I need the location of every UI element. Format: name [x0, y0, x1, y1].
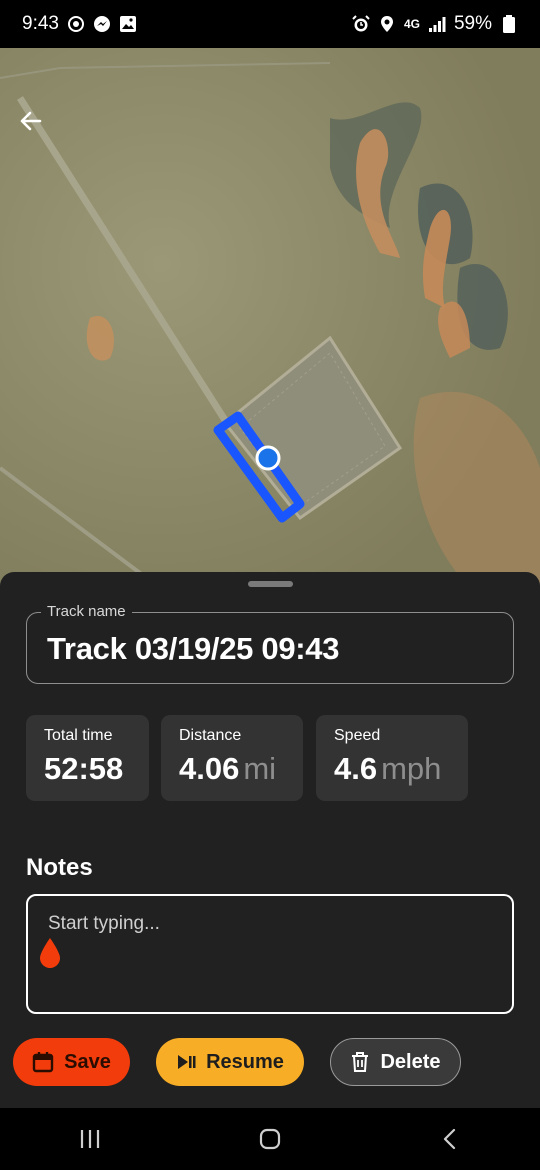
text-cursor-handle-icon[interactable] [36, 936, 64, 970]
recent-apps-icon [80, 1130, 100, 1148]
signal-icon [428, 17, 446, 32]
battery-icon [503, 15, 515, 33]
stat-value: 52:58 [44, 751, 124, 786]
status-bar: 9:43 4G 59% [0, 0, 540, 48]
map-imagery [0, 48, 540, 588]
stat-value: 4.06 mi [179, 751, 277, 786]
messenger-icon [93, 16, 110, 32]
status-time: 9:43 [22, 13, 59, 34]
recent-apps-button[interactable] [60, 1119, 120, 1159]
delete-button[interactable]: Delete [330, 1038, 461, 1086]
satellite-map[interactable] [0, 48, 540, 588]
nav-back-button[interactable] [420, 1119, 480, 1159]
status-bar-left: 9:43 [22, 13, 137, 35]
network-type: 4G [403, 17, 420, 31]
alarm-icon [352, 15, 370, 32]
system-nav-bar [0, 1108, 540, 1170]
play-pause-icon [178, 1055, 196, 1069]
save-label: Save [64, 1050, 111, 1073]
status-bar-right: 4G 59% [352, 13, 518, 35]
stat-total-time: Total time 52:58 [26, 715, 149, 801]
stat-value: 4.6 mph [334, 751, 442, 786]
track-name-field[interactable]: Track name Track 03/19/25 09:43 [26, 603, 514, 684]
stat-unit: mph [381, 751, 442, 786]
stat-unit: mi [243, 751, 277, 786]
resume-label: Resume [206, 1050, 284, 1073]
chat-bubble-icon [67, 16, 84, 32]
track-name-label: Track name [41, 603, 132, 620]
battery-percentage: 59% [453, 13, 492, 34]
notes-input[interactable]: Start typing... [26, 894, 514, 1014]
drag-handle[interactable] [248, 581, 293, 587]
stat-label: Speed [334, 727, 381, 744]
stat-label: Total time [44, 727, 113, 744]
save-button[interactable]: Save [13, 1038, 130, 1086]
notes-heading: Notes [26, 854, 93, 881]
home-icon [259, 1128, 281, 1150]
location-icon [380, 16, 393, 32]
delete-label: Delete [380, 1050, 441, 1073]
stat-label: Distance [179, 727, 242, 744]
home-button[interactable] [240, 1119, 300, 1159]
resume-button[interactable]: Resume [156, 1038, 304, 1086]
notes-placeholder: Start typing... [48, 913, 160, 934]
arrow-left-icon [20, 111, 42, 131]
stat-speed: Speed 4.6 mph [316, 715, 468, 801]
track-details-sheet: Track name Track 03/19/25 09:43 Total ti… [0, 572, 540, 1108]
calendar-icon [32, 1052, 54, 1073]
gallery-icon [119, 16, 136, 32]
stat-distance: Distance 4.06 mi [161, 715, 303, 801]
track-name-value[interactable]: Track 03/19/25 09:43 [47, 631, 340, 667]
back-icon [443, 1128, 456, 1150]
trash-icon [352, 1052, 369, 1072]
back-button[interactable] [18, 108, 58, 148]
